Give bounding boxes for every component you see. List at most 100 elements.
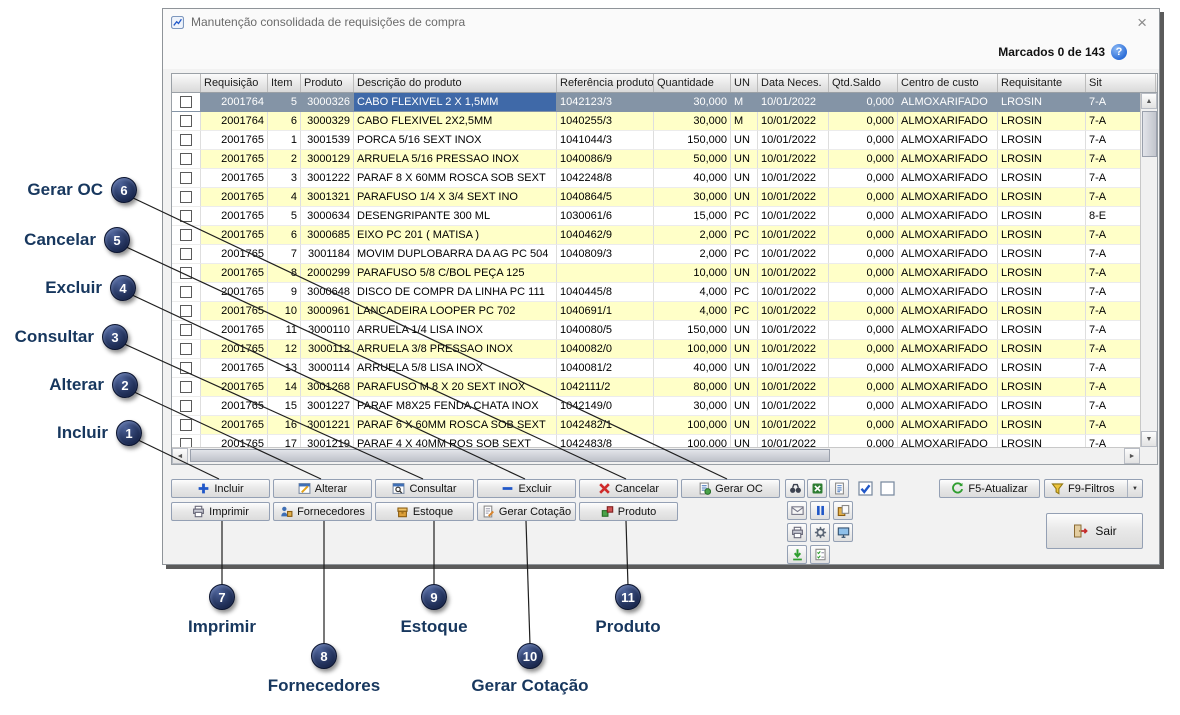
monitor-button[interactable]: [833, 523, 853, 542]
gerar-oc-button[interactable]: Gerar OC: [681, 479, 780, 498]
table-row[interactable]: 2001765143001268PARAFUSO M 8 X 20 SEXT I…: [172, 378, 1157, 397]
excluir-button[interactable]: Excluir: [477, 479, 576, 498]
cell-data_neces: 10/01/2022: [758, 112, 829, 131]
table-row[interactable]: 2001765103000961LANCADEIRA LOOPER PC 702…: [172, 302, 1157, 321]
table-row[interactable]: 200176523000129ARRUELA 5/16 PRESSAO INOX…: [172, 150, 1157, 169]
row-checkbox[interactable]: [180, 134, 192, 146]
row-checkbox[interactable]: [180, 153, 192, 165]
column-header-produto[interactable]: Produto: [301, 74, 354, 92]
table-row[interactable]: 200176553000634DESENGRIPANTE 300 ML10300…: [172, 207, 1157, 226]
row-checkbox[interactable]: [180, 419, 192, 431]
fornecedores-button[interactable]: Fornecedores: [273, 502, 372, 521]
cell-item: 8: [268, 264, 301, 283]
table-row[interactable]: 200176563000685EIXO PC 201 ( MATISA )104…: [172, 226, 1157, 245]
horizontal-scrollbar[interactable]: [172, 447, 1140, 464]
estoque-button[interactable]: Estoque: [375, 502, 474, 521]
table-row[interactable]: 200176593000648DISCO DE COMPR DA LINHA P…: [172, 283, 1157, 302]
table-row[interactable]: 2001765123000112ARRUELA 3/8 PRESSAO INOX…: [172, 340, 1157, 359]
cell-descricao: ARRUELA 3/8 PRESSAO INOX: [354, 340, 557, 359]
horizontal-scrollbar-thumb[interactable]: [190, 449, 830, 462]
sair-button[interactable]: Sair: [1046, 513, 1143, 549]
settings-button[interactable]: [810, 523, 830, 542]
uncheck-all-button[interactable]: [879, 480, 896, 497]
vertical-scrollbar[interactable]: [1140, 93, 1157, 447]
table-row[interactable]: 200176543001321PARAFUSO 1/4 X 3/4 SEXT I…: [172, 188, 1157, 207]
row-checkbox[interactable]: [180, 229, 192, 241]
table-row[interactable]: 2001765133000114ARRUELA 5/8 LISA INOX104…: [172, 359, 1157, 378]
search-view-button[interactable]: [785, 479, 805, 498]
consultar-button[interactable]: Consultar: [375, 479, 474, 498]
chevron-down-icon[interactable]: [1127, 480, 1138, 497]
table-row[interactable]: 2001765153001227PARAF M8X25 FENDA CHATA …: [172, 397, 1157, 416]
row-checkbox[interactable]: [180, 305, 192, 317]
column-header-data_neces[interactable]: Data Neces.: [758, 74, 829, 92]
row-checkbox[interactable]: [180, 191, 192, 203]
row-checkbox[interactable]: [180, 362, 192, 374]
column-header-referencia[interactable]: Referência produto: [557, 74, 654, 92]
column-header-requisitante[interactable]: Requisitante: [998, 74, 1086, 92]
cards-button[interactable]: [833, 501, 853, 520]
email-icon: [791, 504, 804, 517]
vertical-scrollbar-thumb[interactable]: [1142, 111, 1157, 157]
table-row[interactable]: 200176533001222PARAF 8 X 60MM ROSCA SOB …: [172, 169, 1157, 188]
table-row[interactable]: 200176573001184MOVIM DUPLOBARRA DA AG PC…: [172, 245, 1157, 264]
table-row[interactable]: 2001765163001221PARAF 6 X 60MM ROSCA SOB…: [172, 416, 1157, 435]
exit-door-icon: [1072, 523, 1088, 539]
row-checkbox[interactable]: [180, 210, 192, 222]
column-header-quantidade[interactable]: Quantidade: [654, 74, 731, 92]
row-checkbox[interactable]: [180, 343, 192, 355]
f5-atualizar-button[interactable]: F5-Atualizar: [939, 479, 1040, 498]
send-email-button[interactable]: [787, 501, 807, 520]
alterar-button[interactable]: Alterar: [273, 479, 372, 498]
cell-requisitante: LROSIN: [998, 226, 1086, 245]
table-row[interactable]: 200176463000329CABO FLEXIVEL 2X2,5MM1040…: [172, 112, 1157, 131]
export-excel-button[interactable]: [807, 479, 827, 498]
row-checkbox[interactable]: [180, 324, 192, 336]
row-checkbox[interactable]: [180, 400, 192, 412]
gerar-cotacao-button[interactable]: Gerar Cotação: [477, 502, 576, 521]
cell-item: 10: [268, 302, 301, 321]
help-icon[interactable]: ?: [1111, 44, 1127, 60]
cell-centro_custo: ALMOXARIFADO: [898, 150, 998, 169]
row-checkbox[interactable]: [180, 115, 192, 127]
row-checkbox[interactable]: [180, 248, 192, 260]
produto-button[interactable]: Produto: [579, 502, 678, 521]
scroll-down-icon[interactable]: [1141, 431, 1157, 447]
report-button[interactable]: [829, 479, 849, 498]
column-header-check[interactable]: [172, 74, 201, 92]
column-header-centro_custo[interactable]: Centro de custo: [898, 74, 998, 92]
row-checkbox[interactable]: [180, 286, 192, 298]
pause-button[interactable]: [810, 501, 830, 520]
column-header-item[interactable]: Item: [268, 74, 301, 92]
checkbox-cell: [172, 131, 201, 150]
column-header-requisicao[interactable]: Requisição: [201, 74, 268, 92]
cell-item: 4: [268, 188, 301, 207]
scroll-up-icon[interactable]: [1141, 93, 1157, 109]
imprimir-button[interactable]: Imprimir: [171, 502, 270, 521]
table-row[interactable]: 200176453000326CABO FLEXIVEL 2 X 1,5MM10…: [172, 93, 1157, 112]
table-row[interactable]: 2001765113000110ARRUELA 1/4 LISA INOX104…: [172, 321, 1157, 340]
print-small-button[interactable]: [787, 523, 807, 542]
cancelar-button[interactable]: Cancelar: [579, 479, 678, 498]
checklist-button[interactable]: [810, 545, 830, 564]
export-down-button[interactable]: [787, 545, 807, 564]
f9-filtros-button[interactable]: F9-Filtros: [1044, 479, 1143, 498]
cell-centro_custo: ALMOXARIFADO: [898, 93, 998, 112]
row-checkbox[interactable]: [180, 96, 192, 108]
close-icon[interactable]: ×: [1133, 14, 1151, 31]
column-header-descricao[interactable]: Descrição do produto: [354, 74, 557, 92]
checkbox-cell: [172, 112, 201, 131]
scroll-right-icon[interactable]: [1124, 448, 1140, 464]
row-checkbox[interactable]: [180, 267, 192, 279]
check-all-button[interactable]: [857, 480, 874, 497]
column-header-un[interactable]: UN: [731, 74, 758, 92]
binoculars-icon: [789, 482, 802, 495]
table-row[interactable]: 200176582000299PARAFUSO 5/8 C/BOL PEÇA 1…: [172, 264, 1157, 283]
incluir-button[interactable]: Incluir: [171, 479, 270, 498]
column-header-qtd_saldo[interactable]: Qtd.Saldo: [829, 74, 898, 92]
column-header-sit[interactable]: Sit: [1086, 74, 1156, 92]
row-checkbox[interactable]: [180, 172, 192, 184]
scroll-left-icon[interactable]: [172, 448, 188, 464]
table-row[interactable]: 200176513001539PORCA 5/16 SEXT INOX10410…: [172, 131, 1157, 150]
row-checkbox[interactable]: [180, 381, 192, 393]
